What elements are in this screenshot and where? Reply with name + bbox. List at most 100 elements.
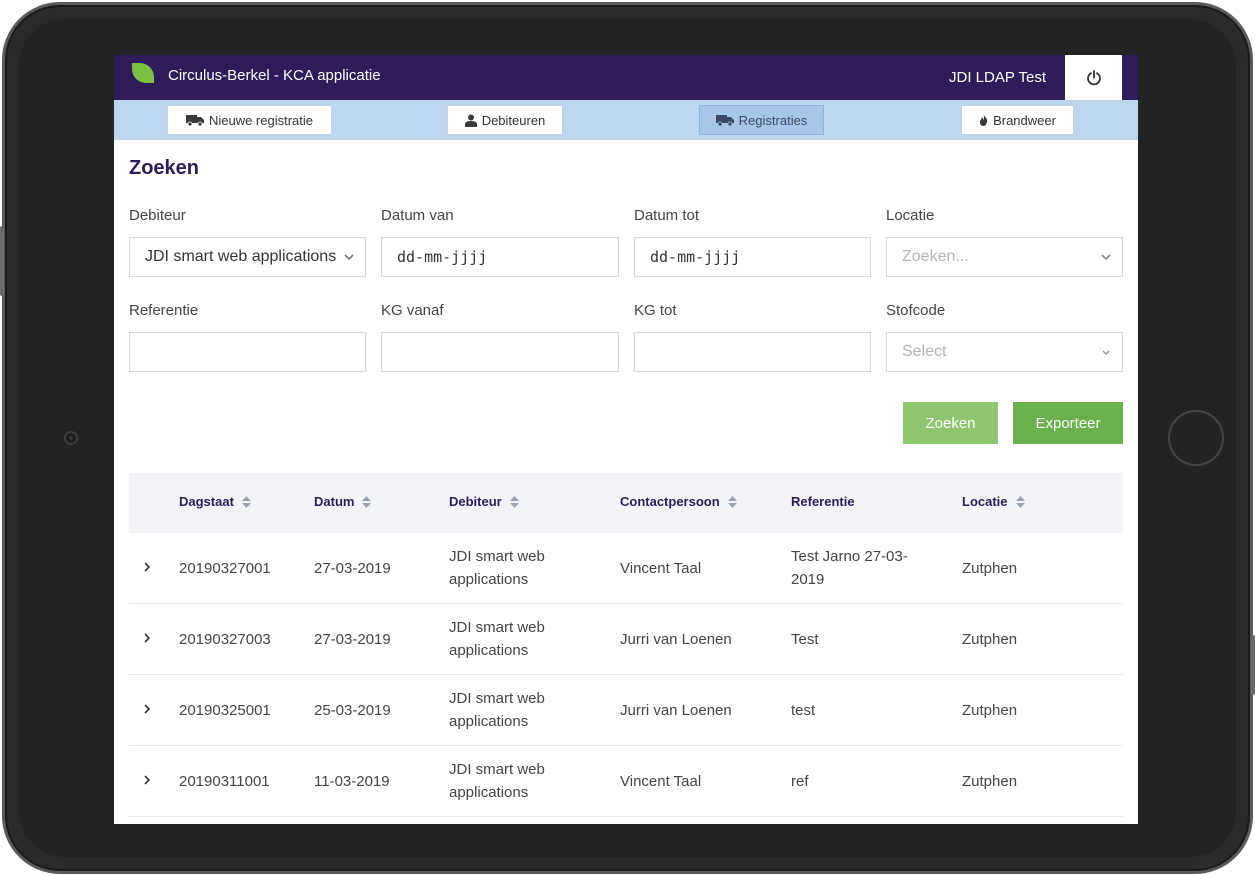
cell-datum: 27-03-2019 <box>314 631 391 648</box>
nav-bar: Nieuwe registratie Debiteuren Registrati… <box>114 100 1138 140</box>
stofcode-label: Stofcode <box>886 302 946 319</box>
column-header-locatie[interactable]: Locatie <box>962 494 1025 509</box>
column-label: Dagstaat <box>179 494 234 509</box>
cell-dagstaat: 20190327001 <box>179 560 271 577</box>
nav-nieuwe-registratie[interactable]: Nieuwe registratie <box>167 105 332 135</box>
column-label: Datum <box>314 494 355 509</box>
chevron-down-icon <box>1102 350 1110 355</box>
nav-label: Nieuwe registratie <box>208 112 314 128</box>
cell-debiteur: JDI smart web applications <box>449 687 545 733</box>
export-button[interactable]: Exporteer <box>1013 402 1123 444</box>
locatie-placeholder: Zoeken... <box>902 248 969 265</box>
cell-referentie: Test <box>791 631 819 648</box>
page-title: Zoeken <box>129 157 200 179</box>
table-row[interactable]: 20190325001 25-03-2019 JDI smart web app… <box>129 675 1123 746</box>
column-label: Locatie <box>962 494 1008 509</box>
stofcode-select[interactable]: Select <box>886 332 1123 372</box>
column-label: Debiteur <box>449 494 502 509</box>
cell-dagstaat: 20190327003 <box>179 631 271 648</box>
volume-button <box>0 226 4 296</box>
cell-referentie-line: Test Jarno 27-03- <box>791 548 908 565</box>
cell-debiteur: JDI smart web applications <box>449 758 545 804</box>
user-icon <box>464 114 477 127</box>
nav-label: Brandweer <box>993 112 1056 128</box>
cell-locatie: Zutphen <box>962 702 1018 719</box>
column-header-datum[interactable]: Datum <box>314 494 372 509</box>
cell-debiteur: JDI smart web applications <box>449 616 545 662</box>
table-header: Dagstaat Datum Debiteur Contactpersoon R… <box>129 473 1123 533</box>
nav-brandweer[interactable]: Brandweer <box>961 105 1074 135</box>
chevron-right-icon[interactable] <box>143 562 151 572</box>
kg-vanaf-label: KG vanaf <box>381 302 444 319</box>
sort-icon <box>727 495 737 508</box>
cell-debiteur-line: applications <box>449 571 529 588</box>
results-table: Dagstaat Datum Debiteur Contactpersoon R… <box>129 473 1123 817</box>
power-icon <box>1086 69 1101 85</box>
camera-icon <box>64 431 78 445</box>
cell-debiteur-line: JDI smart web <box>449 548 545 565</box>
locatie-select[interactable]: Zoeken... <box>886 237 1123 277</box>
column-header-debiteur[interactable]: Debiteur <box>449 494 519 509</box>
column-label: Contactpersoon <box>620 494 720 509</box>
debiteur-select[interactable]: JDI smart web applications <box>129 237 366 277</box>
power-side-button <box>1251 635 1255 695</box>
cell-referentie: Test Jarno 27-03- 2019 <box>791 545 908 591</box>
nav-debiteuren[interactable]: Debiteuren <box>447 105 563 135</box>
cell-datum: 27-03-2019 <box>314 560 391 577</box>
datum-van-input[interactable]: dd-mm-jjjj <box>381 237 619 277</box>
table-row[interactable]: 20190327003 27-03-2019 JDI smart web app… <box>129 604 1123 675</box>
chevron-right-icon[interactable] <box>143 633 151 643</box>
cell-locatie: Zutphen <box>962 631 1018 648</box>
cell-referentie-line: 2019 <box>791 571 825 588</box>
top-bar: Circulus-Berkel - KCA applicatie JDI LDA… <box>114 55 1138 100</box>
chevron-right-icon[interactable] <box>143 704 151 714</box>
sort-icon <box>362 495 372 508</box>
sort-icon <box>509 495 519 508</box>
cell-debiteur-line: applications <box>449 784 529 801</box>
cell-debiteur-line: JDI smart web <box>449 619 545 636</box>
truck-icon <box>185 115 204 126</box>
table-row[interactable]: 20190327001 27-03-2019 JDI smart web app… <box>129 533 1123 604</box>
truck-icon <box>715 115 734 126</box>
cell-dagstaat: 20190325001 <box>179 702 271 719</box>
chevron-down-icon <box>344 254 354 261</box>
logout-button[interactable] <box>1065 55 1122 100</box>
locatie-label: Locatie <box>886 207 935 224</box>
home-button[interactable] <box>1168 410 1224 466</box>
nav-label: Debiteuren <box>481 112 546 128</box>
datum-van-value: dd-mm-jjjj <box>397 248 488 266</box>
datum-tot-value: dd-mm-jjjj <box>650 248 741 266</box>
chevron-down-icon <box>1101 254 1111 261</box>
kg-tot-label: KG tot <box>634 302 677 319</box>
sort-icon <box>241 495 251 508</box>
app-title: Circulus-Berkel - KCA applicatie <box>168 67 381 84</box>
cell-contactpersoon: Jurri van Loenen <box>620 631 732 648</box>
cell-datum: 25-03-2019 <box>314 702 391 719</box>
kg-vanaf-input[interactable] <box>381 332 619 372</box>
sort-icon <box>1015 495 1025 508</box>
app-screen: Circulus-Berkel - KCA applicatie JDI LDA… <box>114 55 1138 824</box>
table-row[interactable]: 20190311001 11-03-2019 JDI smart web app… <box>129 746 1123 817</box>
column-header-dagstaat[interactable]: Dagstaat <box>179 494 251 509</box>
nav-registraties[interactable]: Registraties <box>699 105 824 135</box>
cell-debiteur-line: JDI smart web <box>449 761 545 778</box>
fire-icon <box>979 114 988 126</box>
referentie-input[interactable] <box>129 332 366 372</box>
cell-contactpersoon: Vincent Taal <box>620 560 702 577</box>
cell-debiteur-line: applications <box>449 642 529 659</box>
cell-locatie: Zutphen <box>962 773 1018 790</box>
cell-debiteur: JDI smart web applications <box>449 545 545 591</box>
chevron-right-icon[interactable] <box>143 775 151 785</box>
referentie-label: Referentie <box>129 302 199 319</box>
cell-locatie: Zutphen <box>962 560 1018 577</box>
cell-contactpersoon: Vincent Taal <box>620 773 702 790</box>
column-header-contactpersoon[interactable]: Contactpersoon <box>620 494 737 509</box>
datum-tot-input[interactable]: dd-mm-jjjj <box>634 237 871 277</box>
user-name[interactable]: JDI LDAP Test <box>949 69 1046 86</box>
search-button[interactable]: Zoeken <box>903 402 998 444</box>
cell-dagstaat: 20190311001 <box>179 773 270 790</box>
datum-van-label: Datum van <box>381 207 454 224</box>
kg-tot-input[interactable] <box>634 332 871 372</box>
column-label: Referentie <box>791 494 855 509</box>
cell-debiteur-line: JDI smart web <box>449 690 545 707</box>
